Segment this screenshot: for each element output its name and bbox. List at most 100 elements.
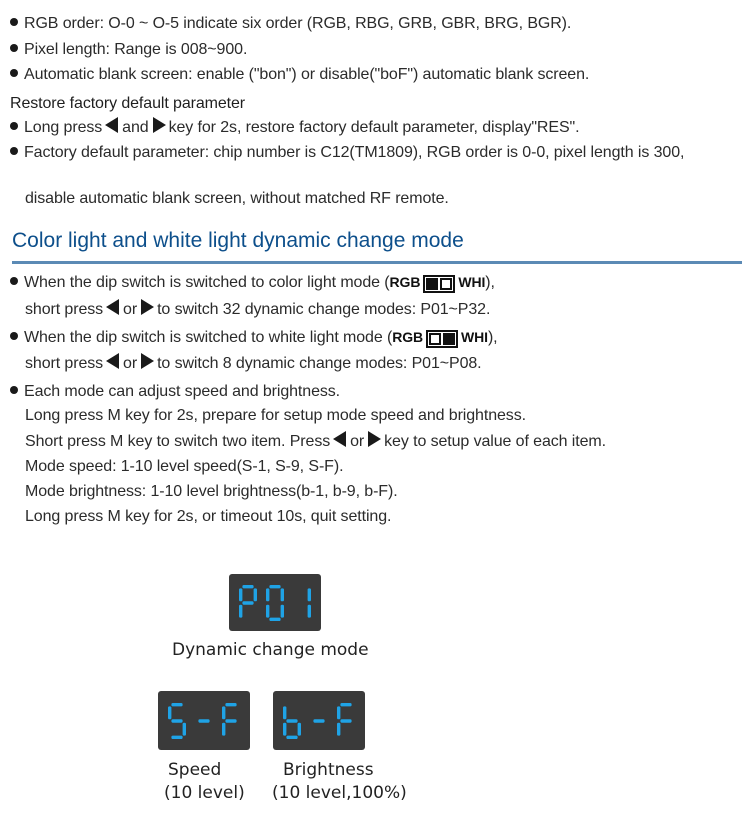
left-arrow-key-icon [106, 353, 120, 369]
speed-display [158, 691, 250, 750]
dip-cell-off [429, 333, 442, 345]
segment-b [253, 587, 257, 601]
segment-g [340, 718, 352, 723]
text: to switch 32 dynamic change modes: P01~P… [157, 301, 491, 318]
text: short press [25, 355, 104, 372]
segment-c [307, 604, 311, 618]
segment-e [337, 722, 341, 736]
segment-e [239, 604, 243, 618]
section-title: Color light and white light dynamic chan… [12, 229, 464, 252]
text: When the dip switch is switched to white… [24, 329, 393, 346]
mode-display-caption: Dynamic change mode [172, 640, 369, 660]
text: ), [485, 274, 495, 291]
segment-f [239, 587, 243, 601]
segment-d [286, 735, 298, 739]
text: Short press M key to switch two item. Pr… [25, 433, 331, 450]
adjust-line-long-press: Long press M key for 2s, prepare for set… [25, 407, 526, 424]
right-arrow-key-icon [141, 353, 155, 369]
blank-screen-bullet: Automatic blank screen: enable ("bon") o… [10, 64, 589, 86]
text: or [123, 355, 138, 372]
adjust-line-brightness: Mode brightness: 1-10 level brightness(b… [25, 483, 398, 500]
section-divider [12, 261, 742, 264]
left-arrow-key-icon [106, 299, 120, 315]
right-arrow-key-icon [141, 299, 155, 315]
text: to switch 8 dynamic change modes: P01~P0… [157, 355, 482, 372]
segment-b [307, 587, 311, 601]
dip-label-whi: WHI [458, 274, 486, 290]
left-arrow-key-icon [333, 431, 347, 447]
segment-e [266, 604, 270, 618]
brightness-display [273, 691, 365, 750]
text: Each mode can adjust speed and brightnes… [24, 383, 341, 400]
segment-g [242, 600, 254, 605]
adjust-line-speed: Mode speed: 1-10 level speed(S-1, S-9, S… [25, 458, 344, 475]
dip-label-whi: WHI [461, 329, 488, 345]
segment-f [168, 705, 172, 719]
text: Factory default parameter: chip number i… [24, 144, 685, 161]
pixel-length-text: Pixel length: Range is 008~900. [24, 41, 248, 58]
text: key to setup value of each item. [384, 433, 606, 450]
seven-segment-digit [198, 718, 210, 723]
speed-caption: Speed [168, 760, 222, 780]
left-arrow-key-icon [105, 117, 119, 133]
color-mode-instruction: short press or to switch 32 dynamic change… [25, 299, 490, 321]
mode-display [229, 574, 321, 631]
brightness-caption-level: (10 level,100%) [272, 783, 407, 803]
seven-segment-digit [283, 705, 301, 739]
bullet-icon [10, 69, 18, 77]
dip-label-rgb: RGB [392, 329, 424, 345]
dip-cell-on [443, 333, 456, 345]
restore-heading: Restore factory default parameter [10, 95, 246, 112]
bullet-icon [10, 386, 18, 394]
bullet-icon [10, 332, 18, 340]
text: or [350, 433, 365, 450]
bullet-icon [10, 44, 18, 52]
seven-segment-digit [337, 702, 352, 736]
segment-a [340, 702, 352, 706]
segment-g [286, 718, 298, 723]
dip-switch-color-mode-icon [423, 275, 456, 293]
dip-switch-white-mode-icon [426, 330, 459, 348]
adjust-line-short-press: Short press M key to switch two item. Pr… [25, 431, 606, 453]
right-arrow-key-icon [152, 117, 166, 133]
seven-segment-digit [168, 702, 186, 739]
bullet-icon [10, 147, 18, 155]
bullet-icon [10, 277, 18, 285]
segment-c [280, 604, 284, 618]
segment-f [337, 705, 341, 719]
segment-g [313, 718, 325, 723]
brightness-caption: Brightness [283, 760, 374, 780]
seven-segment-digit [266, 584, 284, 621]
text: Long press [24, 119, 103, 136]
seven-segment-digit [222, 702, 237, 736]
segment-b [280, 587, 284, 601]
color-mode-bullet: When the dip switch is switched to color… [10, 271, 495, 294]
segment-f [283, 705, 287, 719]
segment-c [182, 722, 186, 736]
text: key for 2s, restore factory default para… [168, 119, 580, 136]
bullet-icon [10, 122, 18, 130]
text: short press [25, 301, 104, 318]
segment-a [269, 584, 281, 588]
dip-cell-off [440, 278, 453, 290]
text: ), [487, 329, 498, 346]
text: or [123, 301, 138, 318]
segment-f [222, 705, 226, 719]
segment-g [171, 718, 183, 723]
rgb-order-text: RGB order: O-0 ~ O-5 indicate six order … [24, 15, 572, 32]
segment-d [269, 617, 281, 621]
seven-segment-digit [239, 584, 257, 618]
segment-g [198, 718, 210, 723]
white-mode-bullet: When the dip switch is switched to white… [10, 326, 498, 349]
segment-e [283, 722, 287, 736]
segment-a [171, 702, 183, 706]
factory-defaults-continued: disable automatic blank screen, without … [25, 190, 449, 207]
right-arrow-key-icon [368, 431, 382, 447]
rgb-order-bullet: RGB order: O-0 ~ O-5 indicate six order … [10, 13, 571, 35]
white-mode-instruction: short press or to switch 8 dynamic change … [25, 353, 482, 375]
adjust-line-quit: Long press M key for 2s, or timeout 10s,… [25, 508, 392, 525]
text: and [122, 119, 149, 136]
dip-cell-on [426, 278, 439, 290]
restore-long-press-bullet: Long press and key for 2s, restore factory… [10, 117, 580, 139]
seven-segment-digit [313, 718, 325, 723]
